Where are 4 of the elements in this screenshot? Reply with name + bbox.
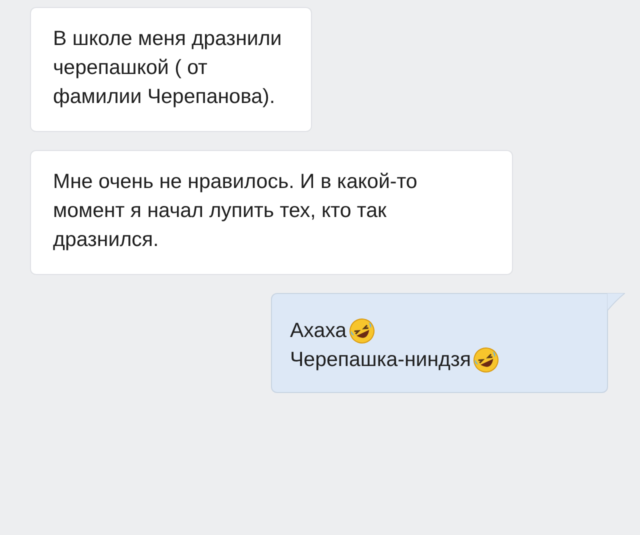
message-text: Черепашка-ниндзя bbox=[290, 347, 472, 373]
message-text: Ахаха bbox=[290, 318, 347, 344]
message-text: Мне очень не нравилось. И в какой-то момент я начал лупить тех, кто так дразнился. bbox=[53, 169, 418, 253]
message-text: В школе меня дразнили черепашкой ( от фамилии Черепанова). bbox=[53, 26, 283, 110]
